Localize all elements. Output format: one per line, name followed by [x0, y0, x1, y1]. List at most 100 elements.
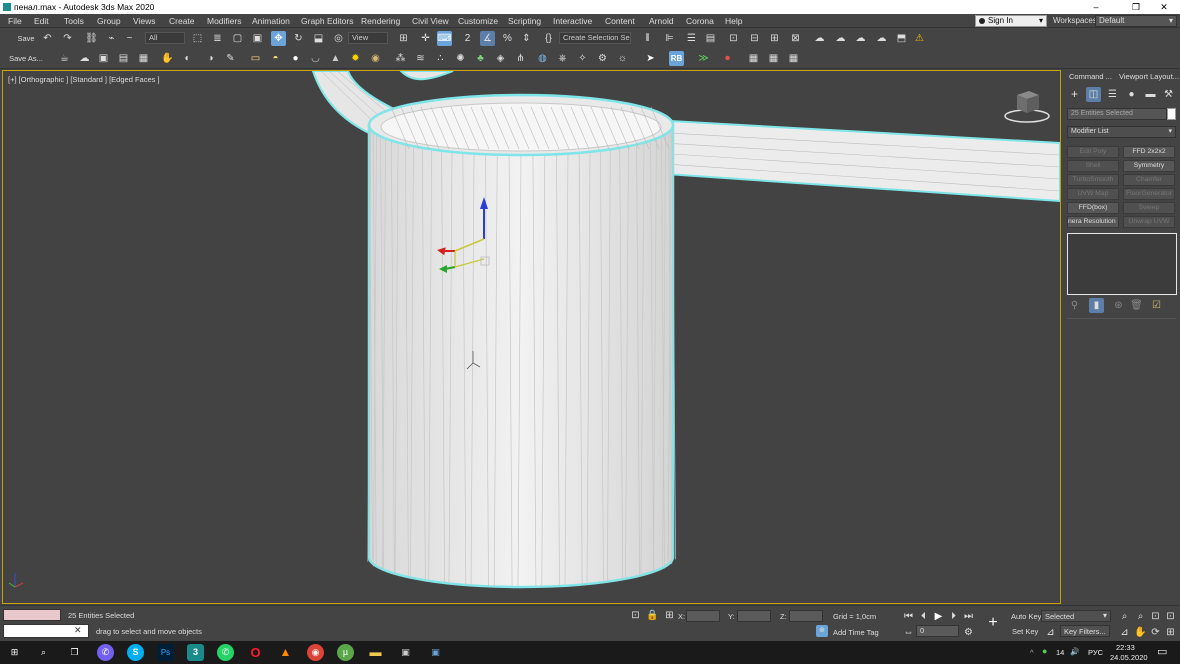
modifier-button[interactable]: Edit Poly	[1067, 146, 1119, 158]
warning-icon[interactable]: ⚠	[912, 31, 927, 46]
3ds-max-icon[interactable]: 3	[187, 644, 204, 661]
menu-views[interactable]: Views	[133, 16, 156, 26]
goto-end-icon[interactable]: ⏭	[961, 609, 976, 624]
zoom-all-icon[interactable]: ⌕	[1133, 609, 1148, 624]
key-filter-icon[interactable]: ⊿	[1043, 625, 1058, 640]
hierarchy-tab-icon[interactable]: ☰	[1105, 87, 1120, 102]
menu-interactive[interactable]: Interactive	[553, 16, 592, 26]
make-unique-icon[interactable]: ⊛	[1111, 298, 1126, 313]
decal-icon[interactable]: ◈	[493, 51, 508, 66]
edit-named-selection-icon[interactable]: {}	[541, 31, 556, 46]
pivot-center-icon[interactable]: ⊞	[396, 31, 411, 46]
rendered-frame-window-icon[interactable]: ☁	[812, 31, 827, 46]
render-setup-icon[interactable]: ⊠	[788, 31, 803, 46]
redo-icon[interactable]: ↷	[60, 31, 75, 46]
rectangular-selection-icon[interactable]: ▢	[230, 31, 245, 46]
select-and-place-icon[interactable]: ◎	[331, 31, 346, 46]
modifier-button[interactable]: FFD(box)	[1067, 202, 1119, 214]
modifier-button[interactable]: Symmetry	[1123, 160, 1175, 172]
sun-icon[interactable]: ✹	[348, 51, 363, 66]
render-iterative-icon[interactable]: ☁	[853, 31, 868, 46]
remove-modifier-icon[interactable]: 🗑	[1129, 298, 1144, 313]
x-coordinate-field[interactable]	[686, 610, 720, 622]
menu-arnold[interactable]: Arnold	[649, 16, 674, 26]
clock-time[interactable]: 22:33	[1116, 643, 1135, 652]
camera-icon[interactable]: ⎈	[555, 51, 570, 66]
motion-tab-icon[interactable]: ●	[1124, 87, 1139, 102]
goto-start-icon[interactable]: ⏮	[901, 609, 916, 624]
volume-icon[interactable]: 🔊	[1070, 647, 1079, 656]
show-end-result-icon[interactable]: ▮	[1089, 298, 1104, 313]
modifier-button[interactable]: nera Resolution N	[1067, 216, 1119, 228]
app-window-2-icon[interactable]: ▣	[427, 644, 444, 661]
modifier-button[interactable]: Unwrap UVW	[1123, 216, 1175, 228]
y-coordinate-field[interactable]	[737, 610, 771, 622]
field-of-view-icon[interactable]: ⊿	[1117, 625, 1132, 640]
selection-lock-icon[interactable]: 🔒	[645, 608, 660, 623]
fx-icon[interactable]: ✧	[575, 51, 590, 66]
menu-edit[interactable]: Edit	[34, 16, 49, 26]
photoshop-icon[interactable]: Ps	[157, 644, 174, 661]
proxy-icon[interactable]: ♣	[473, 51, 488, 66]
grid-icon[interactable]: ▦	[136, 51, 151, 66]
play-icon[interactable]: ▶	[931, 609, 946, 624]
select-and-scale-icon[interactable]: ⬓	[311, 31, 326, 46]
brush-icon[interactable]: ✎	[223, 51, 238, 66]
scatter-icon[interactable]: ⁂	[393, 51, 408, 66]
time-configuration-icon[interactable]: ⚙	[961, 625, 976, 640]
set-key-big-icon[interactable]: +	[983, 611, 1003, 635]
tools-icon[interactable]: ⚙	[595, 51, 610, 66]
plane-icon[interactable]: ▭	[248, 51, 263, 66]
chrome-icon[interactable]: ◉	[307, 644, 324, 661]
scene-explorer-icon[interactable]: ▤	[703, 31, 718, 46]
chaos-icon[interactable]: ✺	[453, 51, 468, 66]
perspective-viewport[interactable]: [+] [Orthographic ] [Standard ] [Edged F…	[2, 70, 1061, 604]
grid-layout-icon[interactable]: ▦	[746, 51, 761, 66]
menu-content[interactable]: Content	[605, 16, 635, 26]
mirror-icon[interactable]: ⫴	[640, 31, 655, 46]
reference-coordinate-dropdown[interactable]: View	[348, 32, 388, 44]
notification-icon[interactable]: ▭	[1157, 645, 1167, 658]
utorrent-icon[interactable]: µ	[337, 644, 354, 661]
auto-key-button[interactable]: Auto Key	[1011, 612, 1041, 621]
menu-file[interactable]: File	[8, 16, 22, 26]
configure-modifier-sets-icon[interactable]: ☑	[1149, 298, 1164, 313]
restore-button[interactable]: ❐	[1124, 1, 1148, 13]
network-status-icon[interactable]: ●	[1042, 646, 1047, 656]
next-frame-icon[interactable]: ⏵	[946, 609, 961, 624]
cloud-icon[interactable]: ☁	[77, 51, 92, 66]
tab-command-panel[interactable]: Command ...	[1069, 72, 1112, 81]
close-icon[interactable]: ✕	[74, 625, 82, 636]
menu-help[interactable]: Help	[725, 16, 742, 26]
percent-snap-icon[interactable]: %	[500, 31, 515, 46]
sphere-icon[interactable]: ◐	[180, 51, 195, 66]
menu-corona[interactable]: Corona	[686, 16, 714, 26]
hand-icon[interactable]: ✋	[160, 51, 175, 66]
task-view-icon[interactable]: ❐	[66, 644, 83, 661]
chevron-green-icon[interactable]: ≫	[696, 51, 711, 66]
pan-view-icon[interactable]: ✋	[1133, 625, 1148, 640]
menu-create[interactable]: Create	[169, 16, 195, 26]
keyboard-shortcut-override-icon[interactable]: ⌨	[437, 31, 452, 46]
key-filters-button[interactable]: Key Filters...	[1060, 625, 1110, 637]
menu-civil-view[interactable]: Civil View	[412, 16, 449, 26]
key-mode-icon[interactable]: ⇔	[901, 625, 916, 640]
select-and-move-icon[interactable]: ✥	[271, 31, 286, 46]
maxscript-input[interactable]: ✕	[3, 624, 89, 638]
modifier-button[interactable]: FFD 2x2x2	[1123, 146, 1175, 158]
select-manipulate-icon[interactable]: ✛	[418, 31, 433, 46]
modifier-button[interactable]: Sweep	[1123, 202, 1175, 214]
menu-animation[interactable]: Animation	[252, 16, 290, 26]
workspace-dropdown[interactable]: Default ▾	[1095, 15, 1177, 27]
modifier-button[interactable]: TurboSmooth	[1067, 174, 1119, 186]
opera-icon[interactable]: O	[247, 644, 264, 661]
modify-tab-icon[interactable]: ◫	[1086, 87, 1101, 102]
language-indicator[interactable]: РУС	[1088, 648, 1103, 657]
set-key-button[interactable]: Set Key	[1012, 627, 1038, 636]
menu-scripting[interactable]: Scripting	[508, 16, 541, 26]
previous-frame-icon[interactable]: ⏴	[916, 609, 931, 624]
modifier-button[interactable]: Chamfer	[1123, 174, 1175, 186]
render-production-icon[interactable]: ☁	[833, 31, 848, 46]
particles-icon[interactable]: ∴	[433, 51, 448, 66]
render-in-cloud-icon[interactable]: ☁	[874, 31, 889, 46]
